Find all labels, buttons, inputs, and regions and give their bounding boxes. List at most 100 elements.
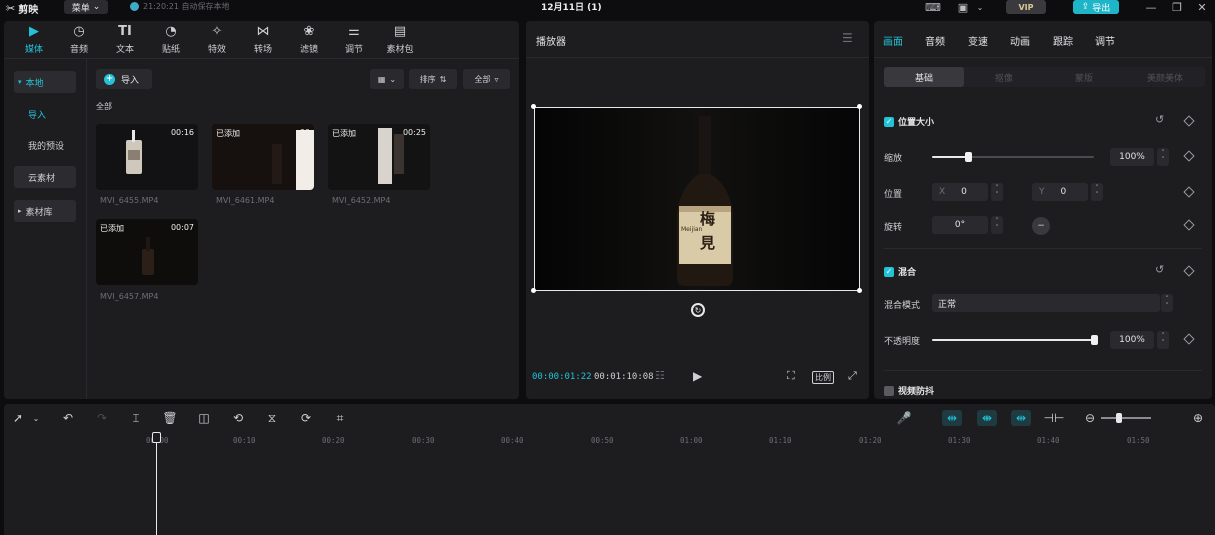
tab-adjust[interactable]: ⚌ 调节 <box>332 24 376 56</box>
tab-audio[interactable]: ◷ 音频 <box>57 24 101 56</box>
slider-knob[interactable] <box>1091 335 1098 345</box>
resize-handle[interactable] <box>857 104 862 109</box>
sidebar-item-my-presets[interactable]: 我的预设 <box>14 134 76 156</box>
timeline-ruler[interactable]: 00:00 00:10 00:20 00:30 00:40 00:50 01:0… <box>4 432 1215 445</box>
reverse-icon[interactable]: ⟲ <box>230 410 246 426</box>
tab-tracking[interactable]: 跟踪 <box>1053 33 1073 48</box>
sidebar-item-library[interactable]: ▸ 素材库 <box>14 200 76 222</box>
project-title[interactable]: 12月11日 (1) <box>541 0 602 13</box>
layout-icon[interactable]: ▣ <box>955 0 971 14</box>
undo-icon[interactable]: ↶ <box>60 410 76 426</box>
chevron-down-icon[interactable]: ⌄ <box>972 0 988 14</box>
reset-icon[interactable]: ↺ <box>1155 113 1164 126</box>
checkbox-checked-icon[interactable]: ✓ <box>884 266 894 277</box>
tab-audio[interactable]: 音频 <box>925 33 945 48</box>
media-clip-thumbnail[interactable]: 已添加 00 <box>212 124 314 190</box>
sort-button[interactable]: 排序 ⇅ <box>409 69 457 89</box>
checkbox-unchecked-icon[interactable] <box>884 385 894 396</box>
stepper-icon[interactable]: ˄ ˅ <box>1091 183 1103 201</box>
zoom-slider-knob[interactable] <box>1116 413 1122 423</box>
mirror-icon[interactable]: ⧖ <box>264 410 280 426</box>
zoom-slider[interactable] <box>1101 417 1151 419</box>
delete-icon[interactable]: 🗑 <box>162 410 178 426</box>
keyframe-icon[interactable] <box>1183 150 1195 162</box>
rotate-icon[interactable]: ⟳ <box>298 410 314 426</box>
menu-button[interactable]: 菜单 ⌄ <box>64 0 108 14</box>
zoom-in-icon[interactable]: ⊕ <box>1190 410 1206 426</box>
tab-adjust[interactable]: 调节 <box>1095 33 1115 48</box>
section-position-size[interactable]: ✓ 位置大小 <box>884 115 934 128</box>
tab-picture[interactable]: 画面 <box>883 33 903 48</box>
rotate-input[interactable]: 0° <box>932 216 988 234</box>
vip-button[interactable]: VIP <box>1006 0 1046 14</box>
chevron-down-icon[interactable]: ⌄ <box>28 410 44 426</box>
section-blend[interactable]: ✓ 混合 <box>884 265 916 278</box>
video-preview[interactable]: 梅 見 Meijian <box>534 107 860 291</box>
subtab-cutout[interactable]: 抠像 <box>964 67 1044 87</box>
media-clip-thumbnail[interactable]: 00:16 <box>96 124 198 190</box>
timecode-grid-icon[interactable]: ☷ <box>655 369 665 382</box>
stepper-icon[interactable]: ˄ ˅ <box>991 216 1003 234</box>
media-clip-thumbnail[interactable]: 已添加 00:07 <box>96 219 198 285</box>
keyframe-icon[interactable] <box>1183 186 1195 198</box>
sidebar-item-cloud[interactable]: 云素材 <box>14 166 76 188</box>
resize-handle[interactable] <box>531 104 536 109</box>
keyframe-icon[interactable] <box>1183 219 1195 231</box>
tab-animation[interactable]: 动画 <box>1010 33 1030 48</box>
subtab-mask[interactable]: 蒙版 <box>1044 67 1124 87</box>
blend-mode-select[interactable]: 正常 <box>932 294 1160 312</box>
select-cursor-icon[interactable]: ➚ <box>10 410 26 426</box>
keyframe-icon[interactable] <box>1183 115 1195 127</box>
scale-input[interactable]: 100% <box>1110 148 1154 166</box>
tab-effects[interactable]: ✧ 特效 <box>195 24 239 56</box>
section-stabilize[interactable]: 视频防抖 <box>884 384 934 397</box>
sidebar-item-local[interactable]: ▾ 本地 <box>14 71 76 93</box>
redo-icon[interactable]: ↷ <box>94 410 110 426</box>
playhead[interactable] <box>156 436 157 535</box>
view-mode-button[interactable]: ▦ ⌄ <box>370 69 404 89</box>
export-button[interactable]: ⇪ 导出 <box>1073 0 1119 14</box>
crop-icon[interactable]: ⌗ <box>332 410 348 426</box>
shortcut-icon[interactable]: ⌨ <box>925 0 941 14</box>
tab-text[interactable]: TI 文本 <box>103 24 147 56</box>
tab-package[interactable]: ▤ 素材包 <box>378 24 422 56</box>
tab-speed[interactable]: 变速 <box>968 33 988 48</box>
resize-handle[interactable] <box>531 288 536 293</box>
split-icon[interactable]: ⌶ <box>128 410 144 426</box>
play-icon[interactable]: ▶ <box>693 369 702 383</box>
zoom-out-icon[interactable]: ⊖ <box>1082 410 1098 426</box>
microphone-icon[interactable]: 🎤 <box>896 410 912 426</box>
position-y-input[interactable]: Y 0 <box>1032 183 1088 201</box>
restore-icon[interactable]: ❐ <box>1169 0 1185 14</box>
freeze-frame-icon[interactable]: ◫ <box>196 410 212 426</box>
slider-knob[interactable] <box>965 152 972 162</box>
reset-icon[interactable]: ↺ <box>1155 263 1164 276</box>
fullscreen-crop-icon[interactable]: ⛶ <box>787 369 795 383</box>
stepper-icon[interactable]: ˄ ˅ <box>1157 148 1169 166</box>
keyframe-icon[interactable] <box>1183 265 1195 277</box>
auto-snap-icon[interactable]: ⇼ <box>977 410 997 426</box>
tab-media[interactable]: ▶ 媒体 <box>12 24 56 56</box>
checkbox-checked-icon[interactable]: ✓ <box>884 116 894 127</box>
opacity-input[interactable]: 100% <box>1110 331 1154 349</box>
dropdown-icon[interactable]: ˄ ˅ <box>1161 294 1173 312</box>
stepper-icon[interactable]: ˄ ˅ <box>991 183 1003 201</box>
tab-filter[interactable]: ❀ 滤镜 <box>287 24 331 56</box>
close-icon[interactable]: ✕ <box>1194 0 1210 14</box>
sidebar-item-import[interactable]: 导入 <box>14 103 76 125</box>
filter-button[interactable]: 全部 ▿ <box>463 69 510 89</box>
position-x-input[interactable]: X 0 <box>932 183 988 201</box>
resize-handle[interactable] <box>857 288 862 293</box>
tab-sticker[interactable]: ◔ 贴纸 <box>149 24 193 56</box>
media-clip-thumbnail[interactable]: 已添加 00:25 <box>328 124 430 190</box>
subtab-beauty[interactable]: 美颜美体 <box>1125 67 1205 87</box>
hamburger-menu-icon[interactable]: ☰ <box>842 31 853 45</box>
subtab-basic[interactable]: 基础 <box>884 67 964 87</box>
rotate-handle-icon[interactable]: ↻ <box>691 303 705 317</box>
keyframe-icon[interactable] <box>1183 333 1195 345</box>
aspect-ratio-icon[interactable]: 比例 <box>812 371 834 384</box>
import-button[interactable]: + 导入 <box>96 69 152 89</box>
playhead-handle[interactable] <box>152 432 161 443</box>
main-track-magnet-icon[interactable]: ⇹ <box>942 410 962 426</box>
stepper-icon[interactable]: ˄ ˅ <box>1157 331 1169 349</box>
